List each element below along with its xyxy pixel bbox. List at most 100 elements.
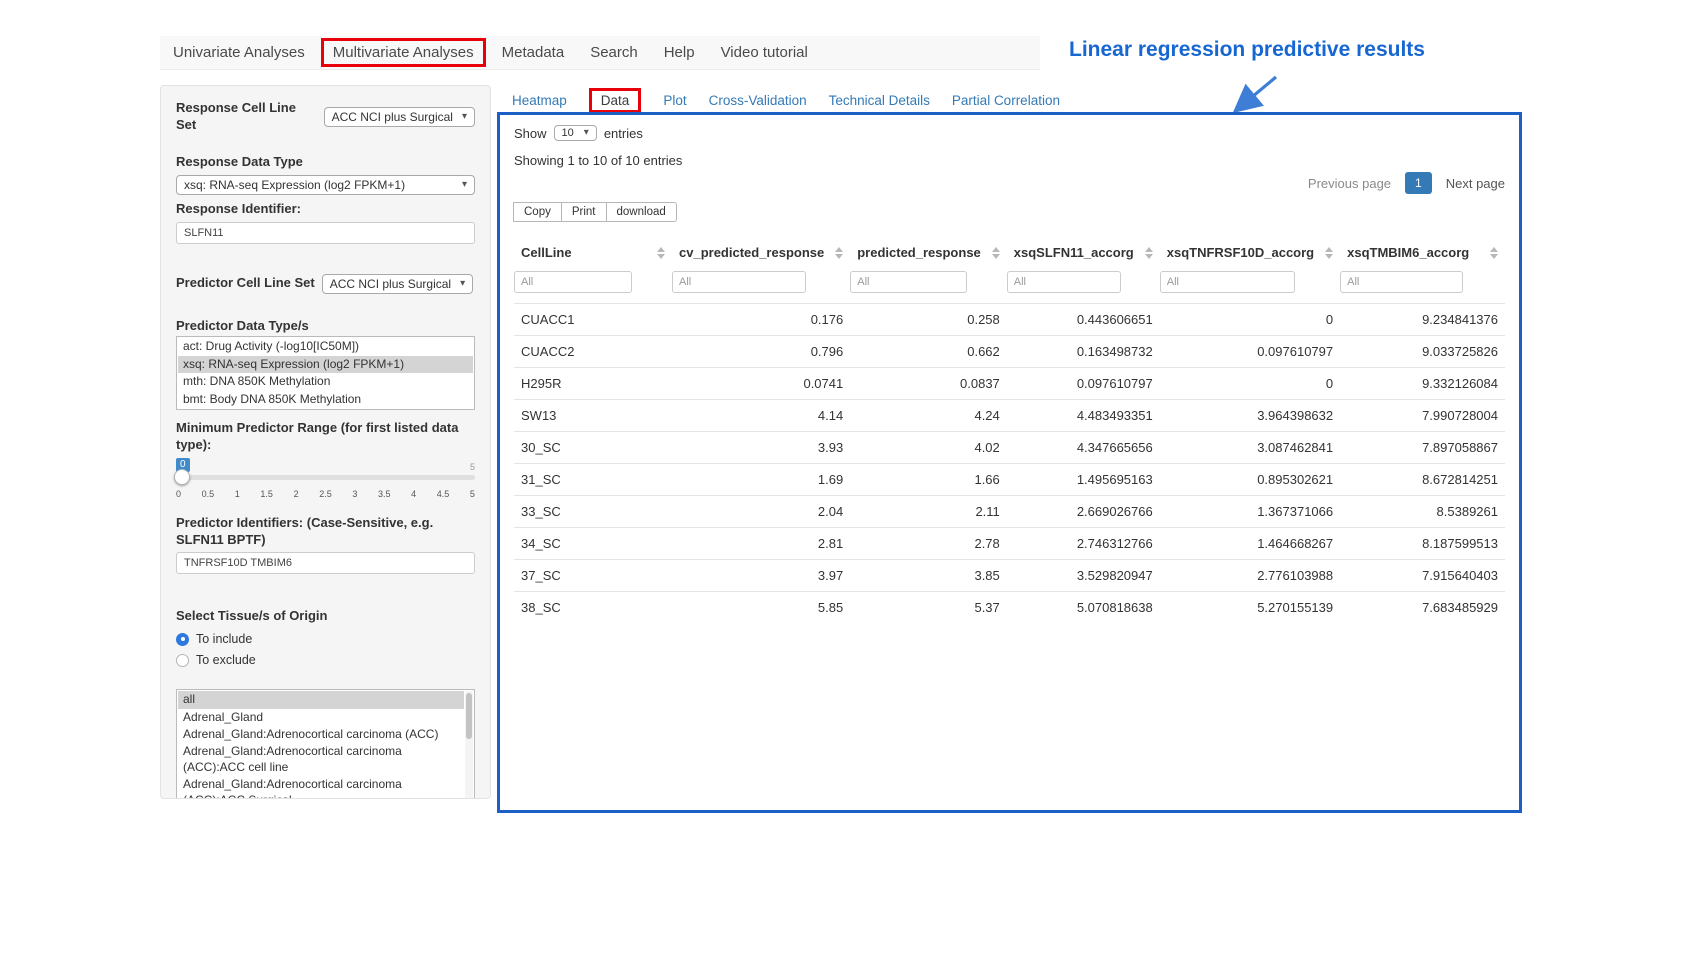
table-row[interactable]: CUACC20.7960.6620.1634987320.0976107979.… xyxy=(514,336,1505,368)
sort-icon[interactable] xyxy=(992,247,1000,259)
current-page-button[interactable]: 1 xyxy=(1405,172,1432,194)
predictor-identifiers-input[interactable] xyxy=(176,552,475,574)
value-cell: 1.495695163 xyxy=(1007,464,1160,496)
table-row[interactable]: 38_SC5.855.375.0708186385.2701551397.683… xyxy=(514,592,1505,624)
response-identifier-input[interactable] xyxy=(176,222,475,244)
cell-line-cell: 30_SC xyxy=(514,432,672,464)
list-option[interactable]: all xyxy=(178,691,464,708)
tab[interactable]: Partial Correlation xyxy=(952,93,1060,108)
table-row[interactable]: SW134.144.244.4834933513.9643986327.9907… xyxy=(514,400,1505,432)
list-option[interactable]: bmt: Body DNA 850K Methylation xyxy=(178,391,473,408)
results-panel: Show 10 ▾ entries Showing 1 to 10 of 10 … xyxy=(497,112,1522,813)
table-header-row: CellLinecv_predicted_responsepredicted_r… xyxy=(514,236,1505,269)
tissue-origin-radios: To include To exclude xyxy=(176,632,475,667)
column-filter-input[interactable] xyxy=(1160,271,1295,293)
response-data-type-select[interactable]: xsq: RNA-seq Expression (log2 FPKM+1) ▾ xyxy=(176,175,475,195)
column-header[interactable]: xsqTMBIM6_accorg xyxy=(1340,236,1505,269)
column-header-label: xsqSLFN11_accorg xyxy=(1014,245,1134,260)
value-cell: 3.529820947 xyxy=(1007,560,1160,592)
slider-tick-label: 5 xyxy=(470,489,475,499)
min-predictor-range-slider[interactable]: 0 5 0 0.5 1 1.5 2 xyxy=(176,456,475,499)
sort-icon[interactable] xyxy=(657,247,665,259)
value-cell: 9.033725826 xyxy=(1340,336,1505,368)
nav-item[interactable]: Multivariate Analyses xyxy=(321,38,486,67)
column-filter-input[interactable] xyxy=(514,271,632,293)
export-button[interactable]: Copy xyxy=(513,202,562,222)
slider-tick-label: 0 xyxy=(176,489,181,499)
tissue-origin-field: Select Tissue/s of Origin To include To … xyxy=(176,608,475,667)
cell-line-cell: 34_SC xyxy=(514,528,672,560)
tissue-origin-radio[interactable]: To exclude xyxy=(176,653,475,667)
export-button[interactable]: Print xyxy=(561,202,607,222)
annotation-title: Linear regression predictive results xyxy=(1069,38,1425,62)
table-row[interactable]: 30_SC3.934.024.3476656563.0874628417.897… xyxy=(514,432,1505,464)
tissue-origin-radio[interactable]: To include xyxy=(176,632,475,646)
column-header[interactable]: xsqTNFRSF10D_accorg xyxy=(1160,236,1340,269)
value-cell: 7.990728004 xyxy=(1340,400,1505,432)
tab[interactable]: Technical Details xyxy=(829,93,930,108)
table-row[interactable]: CUACC10.1760.2580.44360665109.234841376 xyxy=(514,304,1505,336)
table-row[interactable]: 33_SC2.042.112.6690267661.3673710668.538… xyxy=(514,496,1505,528)
export-button[interactable]: download xyxy=(606,202,677,222)
list-option[interactable]: act: Drug Activity (-log10[IC50M]) xyxy=(178,338,473,355)
column-filter-input[interactable] xyxy=(672,271,806,293)
list-option[interactable]: Adrenal_Gland:Adrenocortical carcinoma (… xyxy=(178,776,464,799)
table-row[interactable]: 37_SC3.973.853.5298209472.7761039887.915… xyxy=(514,560,1505,592)
value-cell: 3.964398632 xyxy=(1160,400,1340,432)
column-header[interactable]: cv_predicted_response xyxy=(672,236,850,269)
chevron-down-icon: ▾ xyxy=(460,279,465,289)
nav-item[interactable]: Search xyxy=(577,38,651,67)
response-data-type-label: Response Data Type xyxy=(176,154,475,171)
next-page-button[interactable]: Next page xyxy=(1446,176,1505,191)
scrollbar[interactable] xyxy=(465,691,473,799)
tab[interactable]: Heatmap xyxy=(512,93,567,108)
response-identifier-label: Response Identifier: xyxy=(176,201,475,218)
value-cell: 5.85 xyxy=(672,592,850,624)
nav-item[interactable]: Metadata xyxy=(489,38,578,67)
value-cell: 3.93 xyxy=(672,432,850,464)
chevron-down-icon: ▾ xyxy=(462,180,467,190)
sort-icon[interactable] xyxy=(1145,247,1153,259)
list-option[interactable]: Adrenal_Gland:Adrenocortical carcinoma (… xyxy=(178,743,464,776)
sort-icon[interactable] xyxy=(1325,247,1333,259)
sort-icon[interactable] xyxy=(835,247,843,259)
value-cell: 2.81 xyxy=(672,528,850,560)
list-option[interactable]: mth: DNA 850K Methylation xyxy=(178,373,473,390)
column-header[interactable]: predicted_response xyxy=(850,236,1007,269)
list-option[interactable]: xsq: RNA-seq Expression (log2 FPKM+1) xyxy=(178,356,473,373)
show-entries-select[interactable]: 10 ▾ xyxy=(554,125,597,141)
column-header[interactable]: CellLine xyxy=(514,236,672,269)
predictor-cell-line-set-select[interactable]: ACC NCI plus Surgical ▾ xyxy=(322,274,473,294)
table-row[interactable]: 34_SC2.812.782.7463127661.4646682678.187… xyxy=(514,528,1505,560)
value-cell: 1.367371066 xyxy=(1160,496,1340,528)
nav-item[interactable]: Help xyxy=(651,38,708,67)
nav-item[interactable]: Univariate Analyses xyxy=(160,38,318,67)
tab[interactable]: Cross-Validation xyxy=(709,93,807,108)
value-cell: 9.234841376 xyxy=(1340,304,1505,336)
cell-line-cell: 37_SC xyxy=(514,560,672,592)
cell-line-cell: H295R xyxy=(514,368,672,400)
column-filter-input[interactable] xyxy=(850,271,967,293)
response-cell-line-set-select[interactable]: ACC NCI plus Surgical ▾ xyxy=(324,107,475,127)
nav-item[interactable]: Video tutorial xyxy=(708,38,821,67)
sort-icon[interactable] xyxy=(1490,247,1498,259)
value-cell: 1.66 xyxy=(850,464,1007,496)
scrollbar-thumb[interactable] xyxy=(466,693,472,739)
column-filter-input[interactable] xyxy=(1340,271,1463,293)
tab[interactable]: Data xyxy=(589,88,642,113)
tab[interactable]: Plot xyxy=(663,93,686,108)
slider-handle[interactable] xyxy=(174,469,190,485)
table-row[interactable]: 31_SC1.691.661.4956951630.8953026218.672… xyxy=(514,464,1505,496)
list-option[interactable]: Adrenal_Gland xyxy=(178,709,464,726)
previous-page-button[interactable]: Previous page xyxy=(1308,176,1391,191)
table-filter-row xyxy=(514,269,1505,304)
tissue-origin-label: Select Tissue/s of Origin xyxy=(176,608,475,625)
table-row[interactable]: H295R0.07410.08370.09761079709.332126084 xyxy=(514,368,1505,400)
list-option[interactable]: Adrenal_Gland:Adrenocortical carcinoma (… xyxy=(178,726,464,743)
column-filter-input[interactable] xyxy=(1007,271,1121,293)
show-entries-control: Show 10 ▾ entries xyxy=(514,125,1505,141)
value-cell: 5.270155139 xyxy=(1160,592,1340,624)
show-label: Show xyxy=(514,126,547,141)
slider-track[interactable] xyxy=(176,475,475,480)
column-header[interactable]: xsqSLFN11_accorg xyxy=(1007,236,1160,269)
